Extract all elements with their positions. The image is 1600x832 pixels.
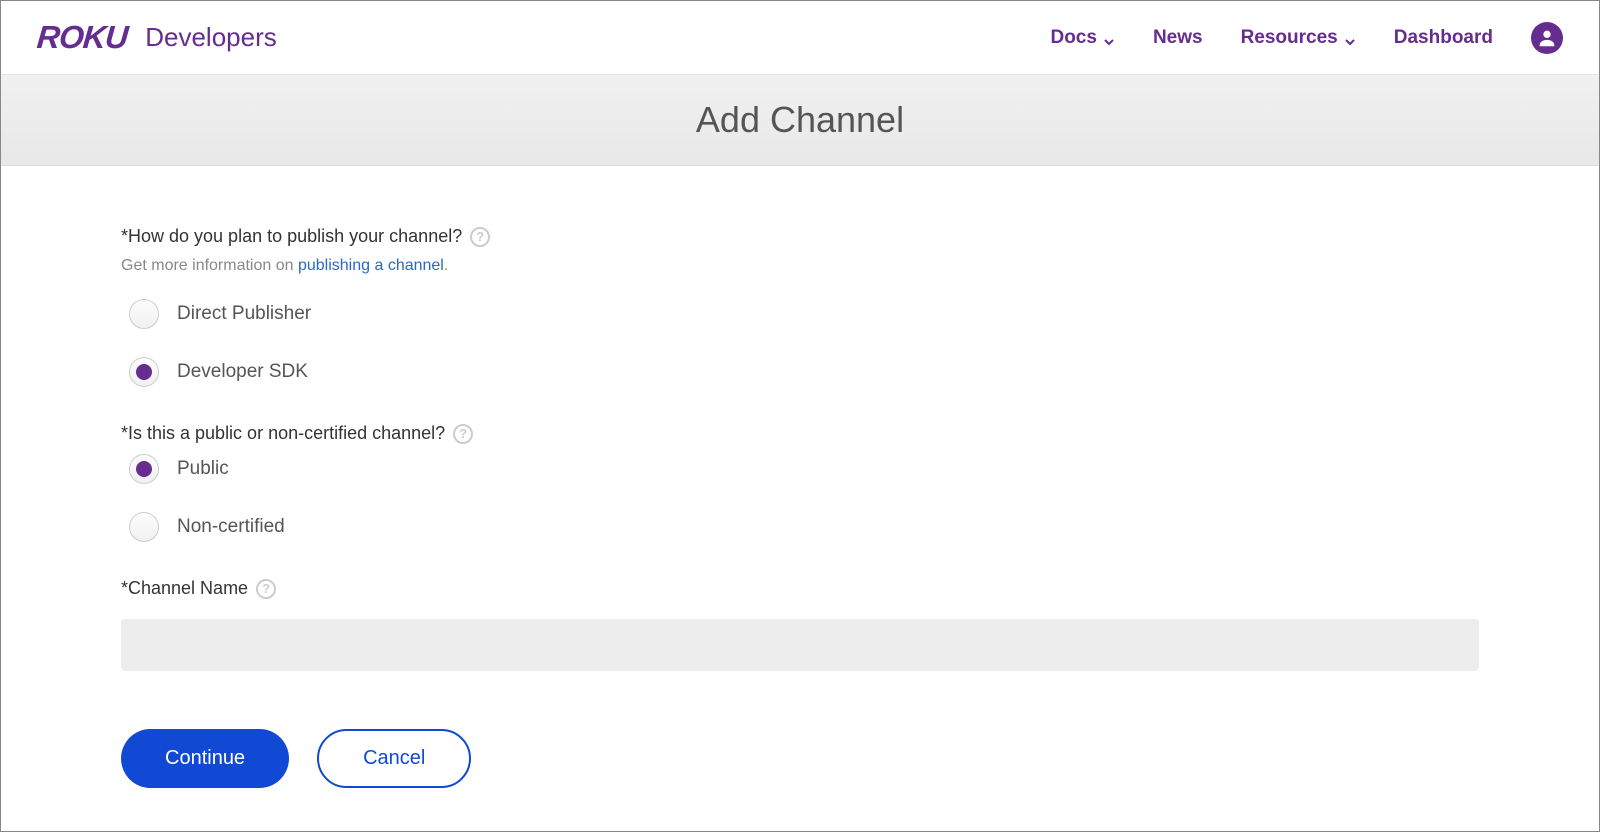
info-suffix: . — [444, 257, 448, 274]
header-left: ROKU Developers — [37, 19, 277, 56]
chevron-down-icon — [1344, 32, 1356, 44]
info-prefix: Get more information on — [121, 257, 298, 274]
form-container: *How do you plan to publish your channel… — [1, 166, 1599, 828]
header-nav: Docs News Resources Dashboard — [1050, 22, 1563, 54]
radio-noncertified[interactable]: Non-certified — [129, 512, 1479, 542]
chevron-down-icon — [1103, 32, 1115, 44]
publish-section: *How do you plan to publish your channel… — [121, 226, 1479, 387]
header: ROKU Developers Docs News Resources Dash… — [1, 1, 1599, 75]
channel-name-section: *Channel Name ? — [121, 578, 1479, 671]
radio-label-public: Public — [177, 458, 229, 480]
radio-circle — [129, 299, 159, 329]
nav-resources[interactable]: Resources — [1241, 27, 1356, 49]
continue-button[interactable]: Continue — [121, 729, 289, 788]
publish-question-text: *How do you plan to publish your channel… — [121, 226, 462, 247]
channel-name-label: *Channel Name ? — [121, 578, 1479, 599]
radio-label-direct: Direct Publisher — [177, 303, 311, 325]
nav-resources-label: Resources — [1241, 27, 1338, 49]
logo: ROKU — [35, 19, 128, 56]
radio-direct-publisher[interactable]: Direct Publisher — [129, 299, 1479, 329]
radio-circle — [129, 454, 159, 484]
radio-circle — [129, 357, 159, 387]
nav-news[interactable]: News — [1153, 27, 1203, 49]
cancel-button[interactable]: Cancel — [317, 729, 471, 788]
help-icon[interactable]: ? — [453, 424, 473, 444]
nav-dashboard[interactable]: Dashboard — [1394, 27, 1493, 49]
publish-question-label: *How do you plan to publish your channel… — [121, 226, 1479, 247]
help-icon[interactable]: ? — [256, 579, 276, 599]
account-icon[interactable] — [1531, 22, 1563, 54]
logo-subtitle: Developers — [145, 22, 277, 53]
radio-circle — [129, 512, 159, 542]
radio-public[interactable]: Public — [129, 454, 1479, 484]
radio-label-noncertified: Non-certified — [177, 516, 285, 538]
radio-label-sdk: Developer SDK — [177, 361, 308, 383]
nav-news-label: News — [1153, 27, 1203, 49]
nav-docs-label: Docs — [1050, 27, 1096, 49]
channel-name-text: *Channel Name — [121, 578, 248, 599]
nav-dashboard-label: Dashboard — [1394, 27, 1493, 49]
channel-name-input[interactable] — [121, 619, 1479, 671]
page-title: Add Channel — [1, 99, 1599, 141]
visibility-section: *Is this a public or non-certified chann… — [121, 423, 1479, 542]
help-icon[interactable]: ? — [470, 227, 490, 247]
publish-info: Get more information on publishing a cha… — [121, 257, 1479, 275]
page-title-bar: Add Channel — [1, 75, 1599, 166]
visibility-question-text: *Is this a public or non-certified chann… — [121, 423, 445, 444]
radio-developer-sdk[interactable]: Developer SDK — [129, 357, 1479, 387]
publishing-channel-link[interactable]: publishing a channel — [298, 257, 444, 274]
visibility-question-label: *Is this a public or non-certified chann… — [121, 423, 1479, 444]
button-row: Continue Cancel — [121, 729, 1479, 788]
nav-docs[interactable]: Docs — [1050, 27, 1114, 49]
